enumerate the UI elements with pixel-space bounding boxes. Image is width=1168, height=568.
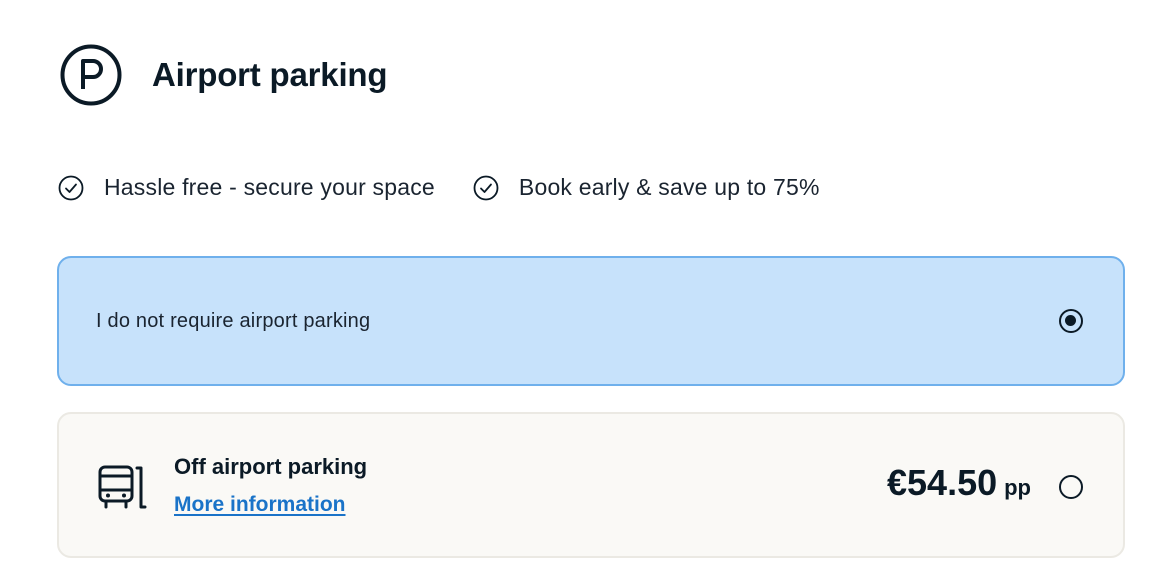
- price-amount: €54.50: [887, 462, 998, 503]
- option-off-airport-title: Off airport parking: [174, 454, 368, 479]
- benefits-list: Hassle free - secure your space Book ear…: [58, 174, 858, 201]
- price: €54.50 pp: [887, 462, 1031, 504]
- option-off-airport-parking[interactable]: Off airport parking More information €54…: [57, 412, 1125, 558]
- section-header: Airport parking: [60, 44, 388, 106]
- check-circle-icon: [58, 175, 84, 200]
- option-no-parking[interactable]: I do not require airport parking: [57, 256, 1125, 386]
- more-information-link[interactable]: More information: [174, 493, 346, 517]
- page-title: Airport parking: [152, 56, 388, 93]
- shuttle-bus-icon: [98, 465, 147, 509]
- check-circle-icon: [473, 175, 499, 200]
- radio-no-parking[interactable]: [1059, 309, 1083, 333]
- benefit-text: Book early & save up to 75%: [518, 174, 820, 200]
- benefit-item: Book early & save up to 75%: [473, 174, 820, 201]
- benefit-item: Hassle free - secure your space: [58, 174, 435, 201]
- option-no-parking-label: I do not require airport parking: [96, 310, 371, 332]
- price-unit: pp: [1004, 475, 1031, 500]
- radio-off-airport-parking[interactable]: [1059, 475, 1083, 499]
- benefit-text: Hassle free - secure your space: [104, 174, 435, 200]
- parking-icon: [60, 44, 122, 106]
